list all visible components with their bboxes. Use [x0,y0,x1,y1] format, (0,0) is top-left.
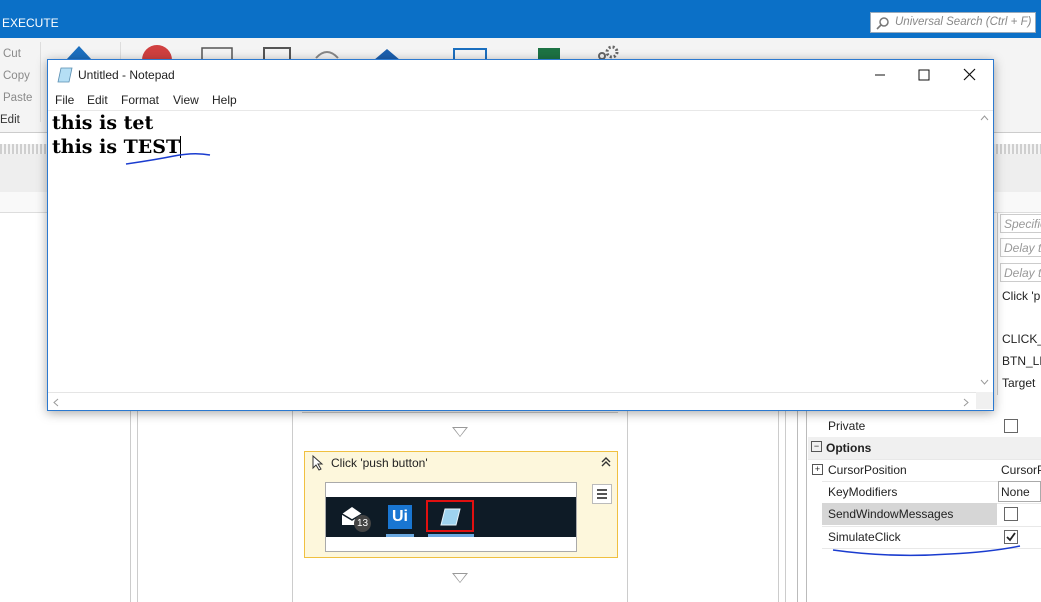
property-name: CursorPosition [828,463,907,477]
private-checkbox[interactable] [1004,419,1018,433]
active-indicator [428,534,474,537]
user-events-icon[interactable] [312,44,342,60]
activity-title[interactable]: Click 'push button' [331,456,428,470]
recording-icon[interactable] [64,44,94,60]
properties-values-column: Specifie Delay t Delay t Click 'p CLICK_… [997,213,1041,395]
target-screenshot-preview: 13 Ui [325,482,577,552]
property-name: KeyModifiers [828,485,898,499]
universal-search-input[interactable]: Universal Search (Ctrl + F) [870,12,1036,33]
vertical-scrollbar[interactable] [976,111,993,391]
delay-after-field[interactable]: Delay t [1000,238,1041,257]
window-title: Untitled - Notepad [78,68,175,82]
property-row-private: Private [822,415,1041,438]
category-name: Options [826,441,872,455]
panel-splitter [806,395,807,602]
maximize-icon [918,69,930,81]
mouse-button-value[interactable]: BTN_LE [1002,354,1041,368]
excel-icon[interactable] [534,44,564,60]
menu-file[interactable]: File [55,93,74,107]
activity-menu-icon[interactable] [592,484,612,504]
scroll-up-icon[interactable] [980,115,989,121]
scroll-down-icon[interactable] [980,379,989,385]
sendwindowmessages-checkbox[interactable] [1004,507,1018,521]
menu-format[interactable]: Format [121,93,159,107]
property-row-keymodifiers: KeyModifiers None [822,481,1041,504]
active-indicator [386,534,414,537]
close-button[interactable] [947,60,993,90]
mail-badge: 13 [354,515,371,532]
scroll-right-icon[interactable] [963,398,969,407]
property-name: Private [828,419,866,433]
ribbon-divider [40,42,41,122]
notepad-icon [57,67,73,86]
debug-icon[interactable] [140,44,174,60]
search-icon [876,16,890,33]
notepad-taskbar-icon [440,508,461,526]
expand-plus-icon[interactable]: + [812,464,823,475]
uipath-taskbar-icon: Ui [388,505,412,529]
property-name: SendWindowMessages [828,507,954,521]
paste-button[interactable]: Paste [3,92,32,104]
web-recorder-icon[interactable] [262,44,292,60]
minimize-icon [875,74,885,76]
annotation-underline [832,545,1021,557]
target-value[interactable]: Target [1002,376,1035,390]
click-type-value[interactable]: CLICK_S [1002,332,1041,346]
click-cursor-icon [311,454,325,474]
copy-button[interactable]: Copy [3,70,30,82]
menu-edit[interactable]: Edit [87,93,108,107]
search-placeholder: Universal Search (Ctrl + F) [895,16,1032,28]
scroll-left-icon[interactable] [53,398,59,407]
text-line: this is tet [52,112,154,134]
taskbar-preview: 13 Ui [326,497,576,537]
flow-arrow-down-icon [452,427,468,437]
property-category-options[interactable]: − Options [808,437,1041,460]
cursorposition-value[interactable]: CursorP [1001,463,1041,477]
delay-before-field[interactable]: Delay t [1000,263,1041,282]
close-icon [963,68,976,81]
collapse-chevron-icon[interactable] [600,456,612,471]
minimize-button[interactable] [857,60,903,90]
flow-arrow-down-icon [452,573,468,583]
menu-bar: File Edit Format View Help [48,90,993,110]
menu-help[interactable]: Help [212,93,237,107]
horizontal-scrollbar[interactable] [48,392,976,410]
display-name-value[interactable]: Click 'p [1002,289,1040,303]
screen-scraping-icon[interactable] [200,44,234,60]
orchestrator-icon[interactable] [370,44,404,60]
input-property-field[interactable]: Specifie [1000,214,1041,233]
settings-gear-icon[interactable] [596,42,624,60]
notepad-window[interactable]: Untitled - Notepad File Edit Format View… [47,59,994,411]
keymodifiers-value: None [1001,485,1030,499]
resize-grip[interactable] [976,392,993,409]
export-icon[interactable] [452,46,488,60]
execute-tab[interactable]: EXECUTE [2,16,59,30]
property-row-cursorposition: + CursorPosition CursorP [812,459,1041,482]
panel-splitter[interactable] [797,395,798,602]
ribbon-group-label: Edit [0,114,20,126]
collapse-minus-icon[interactable]: − [811,441,822,452]
maximize-button[interactable] [901,60,947,90]
annotation-underline [125,152,211,165]
target-highlight [426,500,474,532]
property-row-sendwindowmessages: SendWindowMessages [822,503,1041,527]
menu-view[interactable]: View [173,93,199,107]
cut-button[interactable]: Cut [3,48,21,60]
click-activity-card[interactable]: Click 'push button' 13 Ui [304,451,618,558]
